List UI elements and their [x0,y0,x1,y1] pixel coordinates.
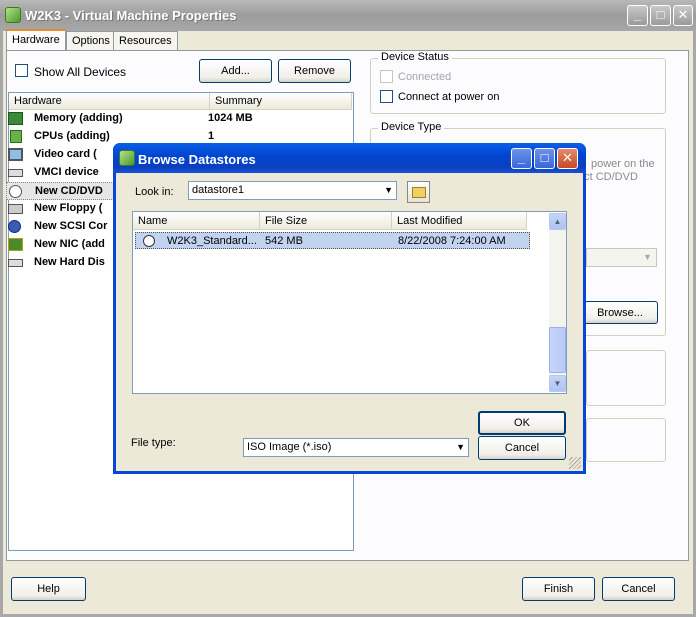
resize-grip-icon[interactable] [569,457,581,469]
connected-label: Connected [398,71,452,83]
file-list: Name File Size Last Modified W2K3_Standa… [132,211,567,394]
iso-file-icon [143,235,155,247]
hardware-row-name: VMCI device [34,166,99,178]
scroll-down-icon[interactable]: ▼ [549,375,566,392]
file-last-modified: 8/22/2008 7:24:00 AM [398,235,506,247]
column-header-name[interactable]: Name [133,212,260,230]
hardware-row-name: New Floppy ( [34,202,103,214]
datastore-app-icon [119,150,135,166]
connected-checkbox[interactable] [380,70,393,83]
tab-resources[interactable]: Resources [113,31,178,51]
hardware-row-name: Memory (adding) [34,112,123,124]
cd-dvd-icon [9,185,22,198]
folder-shape [412,187,426,198]
cancel-button[interactable]: Cancel [602,577,675,601]
device-status-group [370,58,666,114]
scrollbar-thumb[interactable] [549,327,566,373]
browse-button[interactable]: Browse... [582,301,658,324]
hardware-row-name: New NIC (add [34,238,105,250]
monitor-icon [8,148,23,161]
file-list-scrollbar[interactable]: ▲ ▼ [549,213,566,392]
chevron-down-icon: ▼ [643,252,652,262]
dialog-close-icon[interactable]: ✕ [557,148,578,169]
file-row[interactable]: W2K3_Standard... 542 MB 8/22/2008 7:24:0… [135,232,530,249]
dialog-minimize-icon[interactable]: _ [511,148,532,169]
dialog-titlebar: Browse Datastores _ □ ✕ [113,143,586,173]
vmci-icon [8,169,23,177]
file-type-label: File type: [131,437,176,449]
hardware-row-name: New Hard Dis [34,256,105,268]
hardware-row-name: New SCSI Cor [34,220,108,232]
close-icon[interactable]: ✕ [673,5,693,26]
maximize-icon[interactable]: □ [650,5,671,26]
tab-hardware[interactable]: Hardware [6,29,66,51]
dialog-title: Browse Datastores [138,152,256,167]
vm-app-icon [5,7,21,23]
look-in-value: datastore1 [192,184,244,196]
show-all-devices-label: Show All Devices [34,65,127,79]
chevron-down-icon: ▼ [384,185,393,195]
main-titlebar: W2K3 - Virtual Machine Properties _ □ ✕ [0,0,696,31]
device-type-partial-text-2: ect CD/DVD [578,171,638,183]
hardware-row-summary: 1 [208,130,215,142]
finish-button[interactable]: Finish [522,577,595,601]
memory-icon [8,112,23,125]
hardware-row-summary: 1024 MB [208,112,253,124]
scsi-icon [8,220,21,233]
connect-at-power-on-checkbox[interactable] [380,90,393,103]
help-button[interactable]: Help [11,577,86,601]
device-type-label: Device Type [378,121,445,133]
column-header-summary[interactable]: Summary [210,93,352,110]
dialog-maximize-icon[interactable]: □ [534,148,555,169]
look-in-label: Look in: [135,186,174,198]
hardware-row-name: Video card ( [34,148,97,160]
browse-datastores-dialog: Browse Datastores _ □ ✕ Look in: datasto… [113,143,586,474]
device-type-dropdown-disabled[interactable]: ▼ [586,248,657,267]
hard-disk-icon [8,259,23,267]
file-type-value: ISO Image (*.iso) [247,441,332,453]
partial-group-1 [586,350,666,406]
look-in-select[interactable]: datastore1 ▼ [188,181,397,200]
ok-button[interactable]: OK [478,411,566,435]
tab-options[interactable]: Options [66,31,116,51]
dialog-cancel-button[interactable]: Cancel [478,436,566,460]
up-folder-icon[interactable] [407,181,430,203]
file-name: W2K3_Standard... [167,235,257,247]
cpu-icon [10,130,22,143]
minimize-icon[interactable]: _ [627,5,648,26]
column-header-file-size[interactable]: File Size [260,212,392,230]
scroll-up-icon[interactable]: ▲ [549,213,566,230]
nic-icon [8,238,23,251]
partial-group-2 [586,418,666,462]
column-header-last-modified[interactable]: Last Modified [392,212,527,230]
column-header-hardware[interactable]: Hardware [9,93,210,110]
device-type-partial-text-1: power on the [591,158,655,170]
chevron-down-icon: ▼ [456,442,465,452]
add-button[interactable]: Add... [199,59,272,83]
file-type-select[interactable]: ISO Image (*.iso) ▼ [243,438,469,457]
device-status-label: Device Status [378,51,452,63]
remove-button[interactable]: Remove [278,59,351,83]
show-all-devices-checkbox[interactable] [15,64,28,77]
connect-at-power-on-label: Connect at power on [398,91,500,103]
hardware-row-memory[interactable]: Memory (adding) 1024 MB [6,110,336,128]
file-size: 542 MB [265,235,303,247]
hardware-row-name: CPUs (adding) [34,130,110,142]
floppy-icon [8,204,23,214]
hardware-row-name: New CD/DVD [35,185,103,197]
dialog-body: Look in: datastore1 ▼ Name File Size Las… [116,173,583,471]
main-window-title: W2K3 - Virtual Machine Properties [25,8,237,23]
